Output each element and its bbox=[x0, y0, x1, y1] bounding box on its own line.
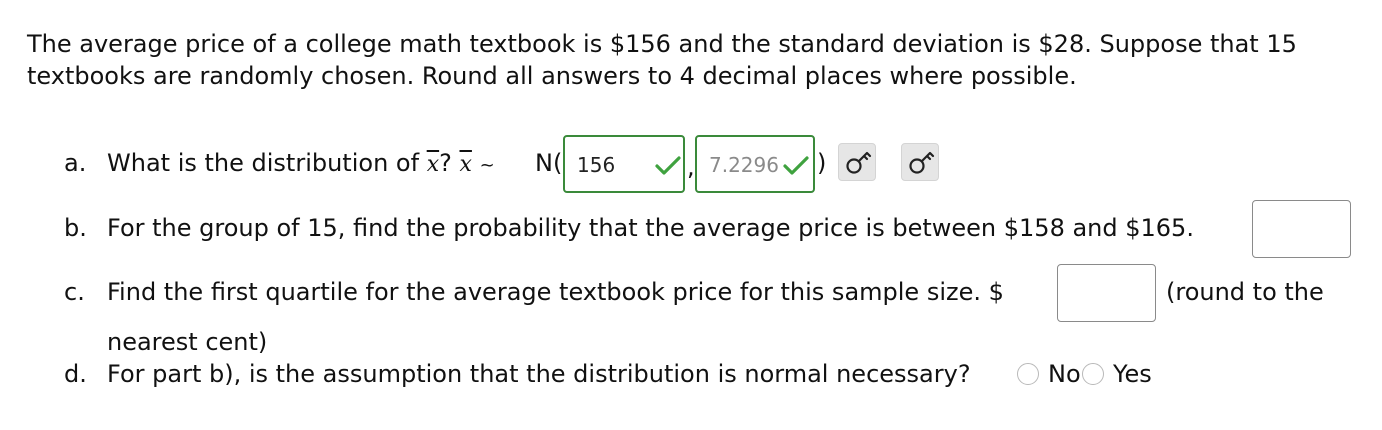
radio-no[interactable] bbox=[1017, 363, 1039, 385]
option-yes-label: Yes bbox=[1113, 360, 1152, 388]
normal-close: ) bbox=[817, 149, 827, 177]
question-d-text: For part b), is the assumption that the … bbox=[107, 360, 971, 388]
question-a-label: a. bbox=[64, 149, 87, 177]
key-icon bbox=[846, 151, 872, 174]
question-c-suffix: (round to the bbox=[1166, 278, 1324, 306]
mean-input-value: 156 bbox=[577, 153, 616, 177]
question-c-label: c. bbox=[64, 278, 85, 306]
quartile-input[interactable] bbox=[1057, 264, 1156, 322]
question-a-prompt: What is the distribution of x? x ~ bbox=[107, 148, 495, 181]
x-bar-symbol: x bbox=[426, 152, 440, 177]
question-b-text: For the group of 15, find the probabilit… bbox=[107, 214, 1194, 242]
question-b-label: b. bbox=[64, 214, 87, 242]
answer-key-button-2[interactable] bbox=[901, 143, 939, 181]
check-icon bbox=[783, 156, 809, 175]
probability-input[interactable] bbox=[1252, 200, 1351, 258]
mean-input[interactable]: 156 bbox=[563, 135, 685, 193]
key-icon bbox=[909, 151, 935, 174]
normal-open: N( bbox=[535, 149, 563, 177]
answer-key-button-1[interactable] bbox=[838, 143, 876, 181]
comma-separator: , bbox=[687, 153, 695, 181]
check-icon bbox=[655, 156, 681, 175]
problem-line-2: textbooks are randomly chosen. Round all… bbox=[27, 62, 1077, 90]
tilde-symbol: ~ bbox=[479, 155, 495, 176]
problem-statement: The average price of a college math text… bbox=[27, 28, 1367, 92]
problem-line-1: The average price of a college math text… bbox=[27, 30, 1297, 58]
sd-input[interactable]: 7.2296 bbox=[695, 135, 815, 193]
question-c-line2: nearest cent) bbox=[107, 328, 268, 356]
question-a-text: What is the distribution of bbox=[107, 149, 420, 177]
radio-yes[interactable] bbox=[1082, 363, 1104, 385]
sd-input-value: 7.2296 bbox=[709, 153, 779, 177]
question-d-label: d. bbox=[64, 360, 87, 388]
option-no-label: No bbox=[1048, 360, 1081, 388]
x-bar-symbol: x bbox=[459, 152, 472, 177]
question-mark: ? bbox=[439, 149, 452, 177]
question-c-text: Find the first quartile for the average … bbox=[107, 278, 1004, 306]
